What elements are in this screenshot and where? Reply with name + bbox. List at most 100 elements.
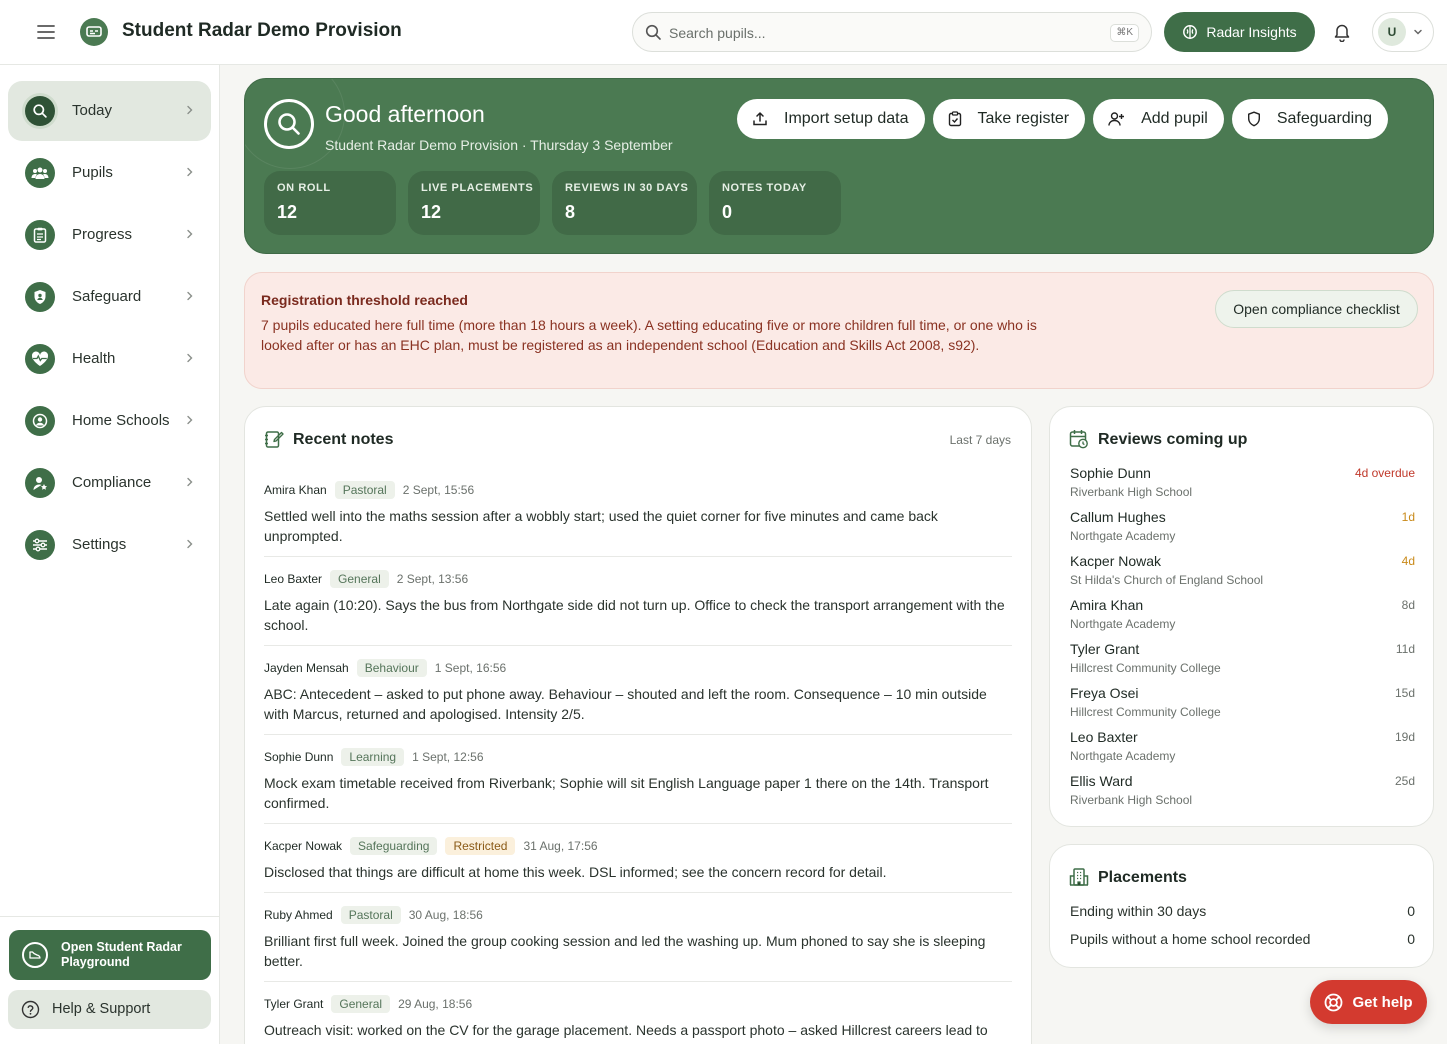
- sidebar-item-home-schools[interactable]: Home Schools: [8, 391, 211, 451]
- sidebar-item-progress[interactable]: Progress: [8, 205, 211, 265]
- placements-title: Placements: [1098, 869, 1187, 886]
- review-item[interactable]: Leo Baxter Northgate Academy 19d: [1070, 729, 1415, 773]
- sidebar-item-pupils[interactable]: Pupils: [8, 143, 211, 203]
- sidebar-item-health[interactable]: Health: [8, 329, 211, 389]
- notes-list: Amira Khan Pastoral 2 Sept, 15:56 Settled …: [264, 479, 1012, 1044]
- review-due: 8d: [1401, 598, 1415, 612]
- import-setup-data-button[interactable]: Import setup data: [737, 99, 925, 139]
- note-item[interactable]: Jayden Mensah Behaviour 1 Sept, 16:56 ABC:…: [264, 646, 1012, 735]
- help-support-button[interactable]: Help & Support: [8, 990, 211, 1029]
- take-register-button[interactable]: Take register: [932, 99, 1086, 139]
- note-text: Brilliant first full week. Joined the gr…: [264, 933, 986, 969]
- top-bar: Student Radar Demo Provision ⌘K Radar In…: [0, 0, 1447, 65]
- shield-icon: [25, 282, 55, 312]
- note-item[interactable]: Sophie Dunn Learning 1 Sept, 12:56 Mock ex…: [264, 735, 1012, 824]
- sidebar-item-label: Home Schools: [72, 412, 170, 429]
- radar-search-icon: [264, 99, 314, 149]
- note-time: 29 Aug, 18:56: [398, 997, 473, 1011]
- chevron-right-icon: [184, 538, 196, 550]
- heart-pulse-icon: [25, 344, 55, 374]
- search-input[interactable]: [669, 22, 1069, 44]
- greeting-title: Good afternoon: [325, 101, 485, 127]
- stat-label: ON ROLL: [277, 182, 331, 194]
- review-pupil-name: Sophie Dunn: [1070, 465, 1151, 481]
- review-item[interactable]: Tyler Grant Hillcrest Community College 11…: [1070, 641, 1415, 685]
- sidebar-item-safeguard[interactable]: Safeguard: [8, 267, 211, 327]
- placements-row-label: Ending within 30 days: [1070, 903, 1207, 919]
- add-pupil-button[interactable]: Add pupil: [1093, 99, 1224, 139]
- radar-insights-button[interactable]: Radar Insights: [1164, 12, 1315, 52]
- user-menu[interactable]: U: [1372, 12, 1434, 52]
- add-pupil-label: Add pupil: [1141, 110, 1208, 127]
- chevron-right-icon: [184, 476, 196, 488]
- note-tag: General: [331, 995, 391, 1013]
- sidebar-item-compliance[interactable]: Compliance: [8, 453, 211, 513]
- review-school: Northgate Academy: [1070, 749, 1176, 763]
- review-due: 15d: [1394, 686, 1415, 700]
- review-pupil-name: Amira Khan: [1070, 597, 1144, 613]
- get-help-button[interactable]: Get help: [1310, 980, 1427, 1024]
- review-school: Hillcrest Community College: [1070, 661, 1221, 675]
- review-pupil-name: Leo Baxter: [1070, 729, 1138, 745]
- review-school: Riverbank High School: [1070, 793, 1193, 807]
- stat-on-roll: ON ROLL 12: [264, 171, 396, 235]
- brain-icon: [1182, 24, 1198, 40]
- take-register-label: Take register: [977, 110, 1070, 127]
- review-due: 19d: [1394, 730, 1415, 744]
- get-help-label: Get help: [1352, 993, 1413, 1011]
- reviews-title: Reviews coming up: [1098, 431, 1248, 448]
- placements-row-no-home-school[interactable]: Pupils without a home school recorded 0: [1070, 931, 1415, 947]
- review-item[interactable]: Kacper Nowak St Hilda's Church of England…: [1070, 553, 1415, 597]
- stats-row: ON ROLL 12 LIVE PLACEMENTS 12 REVIEWS IN…: [264, 171, 841, 235]
- sidebar-item-today[interactable]: Today: [8, 81, 211, 141]
- help-circle-icon: [21, 1000, 40, 1019]
- review-due: 1d: [1401, 510, 1415, 524]
- review-pupil-name: Ellis Ward: [1070, 773, 1133, 789]
- note-item[interactable]: Tyler Grant General 29 Aug, 18:56 Outreach…: [264, 982, 1012, 1044]
- review-item[interactable]: Sophie Dunn Riverbank High School 4d overd…: [1070, 465, 1415, 509]
- review-due: 4d overdue: [1354, 466, 1415, 480]
- note-item[interactable]: Kacper Nowak Safeguarding Restricted 31 Aug…: [264, 824, 1012, 893]
- chevron-right-icon: [184, 352, 196, 364]
- clipboard-check-icon: [948, 111, 962, 127]
- safeguarding-button[interactable]: Safeguarding: [1231, 99, 1389, 139]
- review-item[interactable]: Amira Khan Northgate Academy 8d: [1070, 597, 1415, 641]
- search-bar[interactable]: ⌘K: [632, 12, 1152, 52]
- greeting-subtitle: Student Radar Demo Provision · Thursday …: [325, 137, 673, 153]
- note-text: ABC: Antecedent – asked to put phone awa…: [264, 686, 987, 722]
- bell-icon[interactable]: [1333, 22, 1351, 42]
- chevron-down-icon: [1413, 27, 1423, 37]
- review-item[interactable]: Freya Osei Hillcrest Community College 15d: [1070, 685, 1415, 729]
- review-pupil-name: Freya Osei: [1070, 685, 1139, 701]
- note-text: Outreach visit: worked on the CV for the…: [264, 1022, 988, 1044]
- review-item[interactable]: Callum Hughes Northgate Academy 1d: [1070, 509, 1415, 553]
- reviews-list: Sophie Dunn Riverbank High School 4d overd…: [1070, 465, 1415, 817]
- chevron-right-icon: [184, 290, 196, 302]
- chevron-right-icon: [184, 166, 196, 178]
- open-compliance-checklist-button[interactable]: Open compliance checklist: [1215, 290, 1418, 328]
- alert-body: 7 pupils educated here full time (more t…: [261, 317, 1037, 353]
- app-logo: [80, 18, 108, 46]
- note-item[interactable]: Leo Baxter General 2 Sept, 13:56 Late agai…: [264, 557, 1012, 646]
- open-playground-button[interactable]: Open Student Radar Playground: [9, 930, 211, 980]
- search-shortcut: ⌘K: [1110, 24, 1139, 42]
- review-item[interactable]: Ellis Ward Riverbank High School 25d: [1070, 773, 1415, 817]
- note-text: Mock exam timetable received from Riverb…: [264, 775, 989, 811]
- sidebar-item-settings[interactable]: Settings: [8, 515, 211, 575]
- note-time: 2 Sept, 13:56: [396, 572, 469, 586]
- app-title: Student Radar Demo Provision: [122, 20, 402, 41]
- stat-reviews-30-days: REVIEWS IN 30 DAYS 8: [552, 171, 697, 235]
- users-icon: [25, 158, 55, 188]
- stat-value: 0: [722, 202, 733, 222]
- note-item[interactable]: Amira Khan Pastoral 2 Sept, 15:56 Settled …: [264, 479, 1012, 557]
- menu-icon[interactable]: [34, 21, 58, 43]
- placements-row-ending[interactable]: Ending within 30 days 0: [1070, 903, 1415, 919]
- chevron-right-icon: [184, 104, 196, 116]
- note-author: Jayden Mensah: [264, 661, 349, 675]
- search-icon: [645, 24, 662, 41]
- alert-title: Registration threshold reached: [261, 292, 468, 308]
- note-item[interactable]: Ruby Ahmed Pastoral 30 Aug, 18:56 Brillian…: [264, 893, 1012, 982]
- placements-row-value: 0: [1407, 931, 1415, 947]
- avatar: U: [1378, 18, 1406, 46]
- stat-label: NOTES TODAY: [722, 182, 807, 194]
